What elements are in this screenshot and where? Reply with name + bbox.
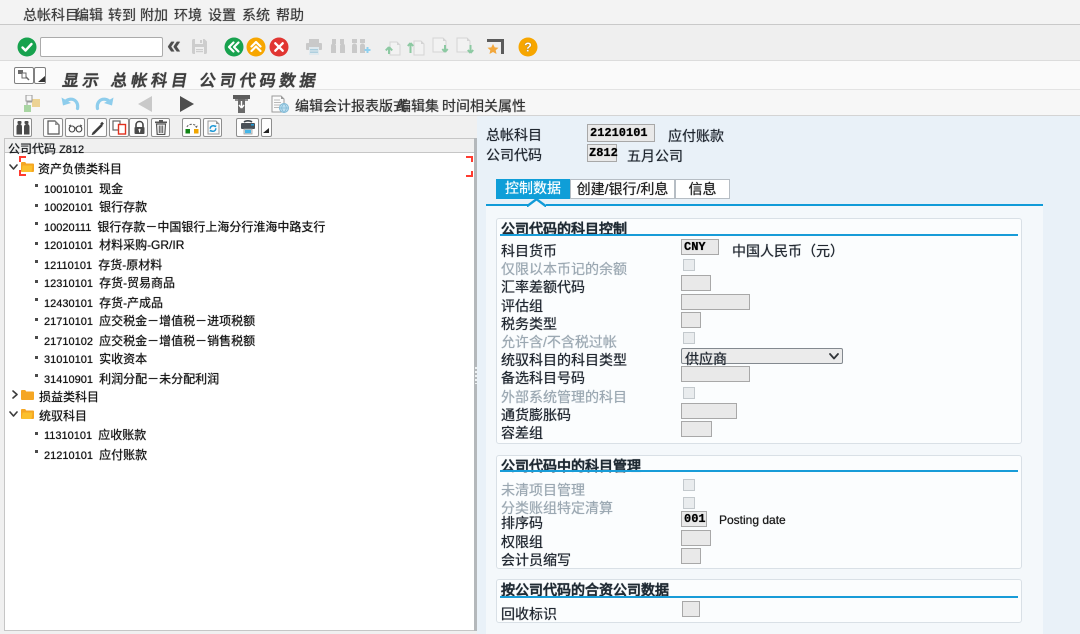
svg-text:?: ? — [524, 40, 532, 55]
